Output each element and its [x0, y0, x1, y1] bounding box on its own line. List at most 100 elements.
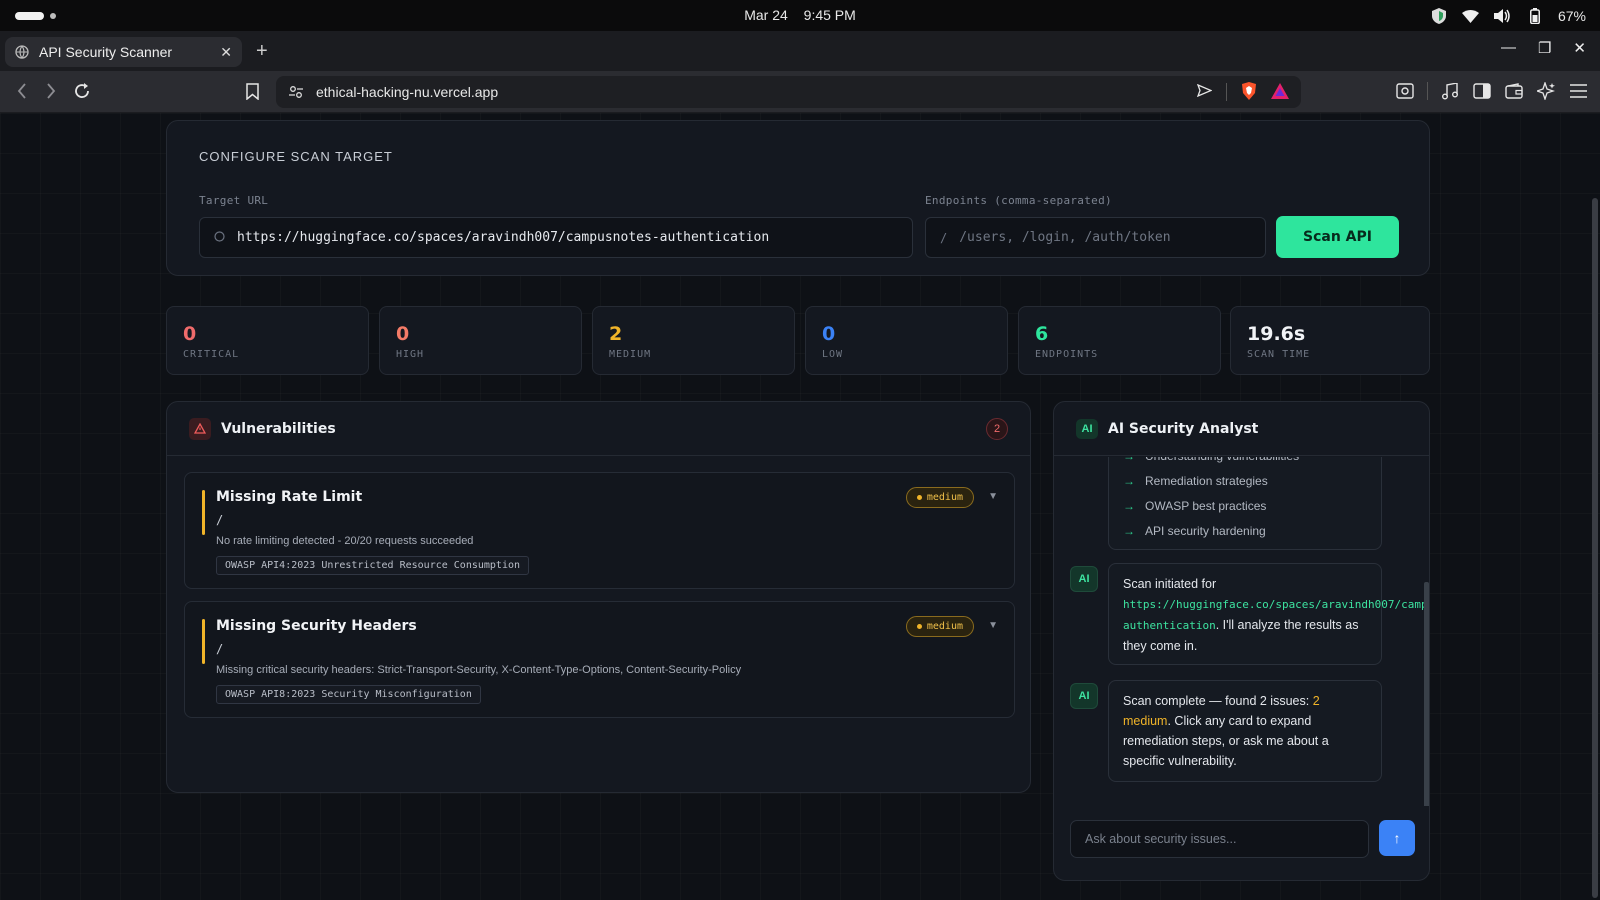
severity-bar	[202, 619, 205, 664]
stat-label: CRITICAL	[183, 349, 240, 360]
target-url-label: Target URL	[199, 194, 269, 207]
stat-value: 19.6s	[1247, 323, 1306, 345]
stat-value: 0	[822, 323, 836, 345]
scan-config-panel: CONFIGURE SCAN TARGET Target URL Endpoin…	[166, 120, 1430, 276]
vulnerabilities-title: Vulnerabilities	[221, 420, 336, 437]
bookmark-icon[interactable]	[241, 80, 263, 102]
severity-label: medium	[926, 492, 963, 503]
target-url-field[interactable]	[199, 217, 913, 258]
stat-label: LOW	[822, 349, 844, 360]
volume-icon[interactable]	[1494, 7, 1512, 25]
os-top-bar: Mar 24 9:45 PM 67%	[0, 0, 1600, 31]
ai-chat-log[interactable]: →Understanding vulnerabilities →Remediat…	[1054, 457, 1429, 806]
endpoints-input[interactable]	[959, 230, 1251, 245]
os-date: Mar 24	[744, 7, 788, 23]
minimize-icon[interactable]: —	[1501, 39, 1516, 57]
battery-icon[interactable]	[1526, 7, 1544, 25]
topic-item: → API security hardening	[1123, 519, 1367, 544]
ai-message-topics: →Understanding vulnerabilities →Remediat…	[1108, 457, 1382, 550]
site-settings-icon[interactable]	[288, 84, 304, 100]
ai-analyst-panel: AI AI Security Analyst →Understanding vu…	[1053, 401, 1430, 881]
stat-label: SCAN TIME	[1247, 349, 1311, 360]
severity-dot	[916, 624, 922, 629]
brave-shields-icon[interactable]	[1241, 81, 1257, 103]
stat-low: 0 LOW	[805, 306, 1008, 375]
menu-icon[interactable]	[1568, 81, 1588, 101]
chat-scrollbar[interactable]	[1424, 582, 1429, 806]
tab-close-icon[interactable]: ✕	[220, 44, 232, 61]
brave-rewards-icon[interactable]	[1271, 82, 1289, 102]
os-time: 9:45 PM	[803, 7, 856, 23]
severity-label: medium	[926, 621, 963, 632]
system-tray[interactable]: 67%	[1430, 5, 1586, 27]
stat-high: 0 HIGH	[379, 306, 582, 375]
endpoints-field[interactable]: /	[925, 217, 1266, 258]
screenshot-icon[interactable]	[1395, 81, 1415, 101]
globe-icon	[15, 45, 29, 59]
scan-api-button[interactable]: Scan API	[1276, 216, 1399, 258]
stat-critical: 0 CRITICAL	[166, 306, 369, 375]
ai-avatar-icon: AI	[1070, 566, 1098, 592]
stat-label: MEDIUM	[609, 349, 652, 360]
chevron-down-icon[interactable]: ▼	[988, 620, 998, 631]
page-scrollbar[interactable]	[1592, 198, 1598, 898]
close-window-icon[interactable]: ✕	[1573, 39, 1586, 57]
vulnerability-card[interactable]: Missing Security Headers / Missing criti…	[184, 601, 1015, 718]
vulnerability-title: Missing Security Headers	[216, 618, 417, 634]
media-icon[interactable]	[1440, 81, 1460, 101]
tab-title: API Security Scanner	[39, 44, 173, 60]
shield-icon[interactable]	[1430, 7, 1448, 25]
scan-url-link: https://huggingface.co/spaces/aravindh00…	[1123, 598, 1430, 611]
vulnerabilities-header: Vulnerabilities 2	[167, 402, 1030, 456]
arrow-right-icon: →	[1123, 474, 1135, 488]
browser-tab[interactable]: API Security Scanner ✕	[5, 37, 242, 67]
maximize-icon[interactable]: ❐	[1538, 39, 1551, 57]
omnibox-divider	[1226, 83, 1227, 101]
leo-ai-icon[interactable]	[1536, 81, 1556, 101]
address-url: ethical-hacking-nu.vercel.app	[316, 84, 499, 100]
chevron-down-icon[interactable]: ▼	[988, 491, 998, 502]
browser-tab-strip: API Security Scanner ✕	[0, 31, 1600, 71]
ai-message-scan-initiated: Scan initiated for https://huggingface.c…	[1108, 563, 1429, 665]
ai-chat-input[interactable]	[1070, 820, 1369, 858]
ai-badge-icon: AI	[1076, 418, 1098, 439]
address-bar[interactable]: ethical-hacking-nu.vercel.app	[276, 76, 1301, 108]
vulnerability-count-badge: 2	[986, 417, 1008, 440]
severity-dot	[916, 495, 922, 500]
page-viewport: CONFIGURE SCAN TARGET Target URL Endpoin…	[0, 113, 1600, 900]
ai-input-row: ↑	[1070, 820, 1415, 858]
stat-value: 0	[396, 323, 410, 345]
forward-arrow-icon[interactable]	[40, 80, 62, 102]
topic-item: → Remediation strategies	[1123, 469, 1367, 494]
battery-percent: 67%	[1557, 8, 1586, 24]
vulnerability-card[interactable]: Missing Rate Limit / No rate limiting de…	[184, 472, 1015, 589]
sidebar-icon[interactable]	[1472, 81, 1492, 101]
stat-endpoints: 6 ENDPOINTS	[1018, 306, 1221, 375]
owasp-tag: OWASP API8:2023 Security Misconfiguratio…	[216, 685, 481, 704]
target-url-input[interactable]	[237, 230, 898, 245]
reload-icon[interactable]	[71, 80, 93, 102]
wallet-icon[interactable]	[1504, 81, 1524, 101]
stat-value: 2	[609, 323, 623, 345]
arrow-right-icon: →	[1123, 457, 1135, 469]
wifi-icon[interactable]	[1462, 7, 1480, 25]
toolbar-divider	[1427, 82, 1428, 100]
stat-value: 0	[183, 323, 197, 345]
stat-value: 6	[1035, 323, 1049, 345]
vulnerability-path: /	[216, 513, 224, 527]
ai-analyst-header: AI AI Security Analyst	[1054, 402, 1429, 456]
os-clock[interactable]: Mar 24 9:45 PM	[0, 7, 1600, 23]
stat-label: ENDPOINTS	[1035, 349, 1099, 360]
ai-avatar-icon: AI	[1070, 683, 1098, 709]
topic-item: → OWASP best practices	[1123, 494, 1367, 519]
arrow-right-icon: →	[1123, 524, 1135, 538]
vulnerability-title: Missing Rate Limit	[216, 489, 363, 505]
endpoints-prefix: /	[940, 230, 948, 245]
share-icon[interactable]	[1196, 83, 1213, 100]
back-arrow-icon[interactable]	[11, 80, 33, 102]
new-tab-button[interactable]: +	[256, 40, 268, 63]
send-button[interactable]: ↑	[1379, 820, 1415, 856]
ai-message-scan-complete: Scan complete — found 2 issues: 2 medium…	[1108, 680, 1382, 782]
endpoints-label: Endpoints (comma-separated)	[925, 194, 1112, 207]
config-title: CONFIGURE SCAN TARGET	[199, 149, 393, 164]
